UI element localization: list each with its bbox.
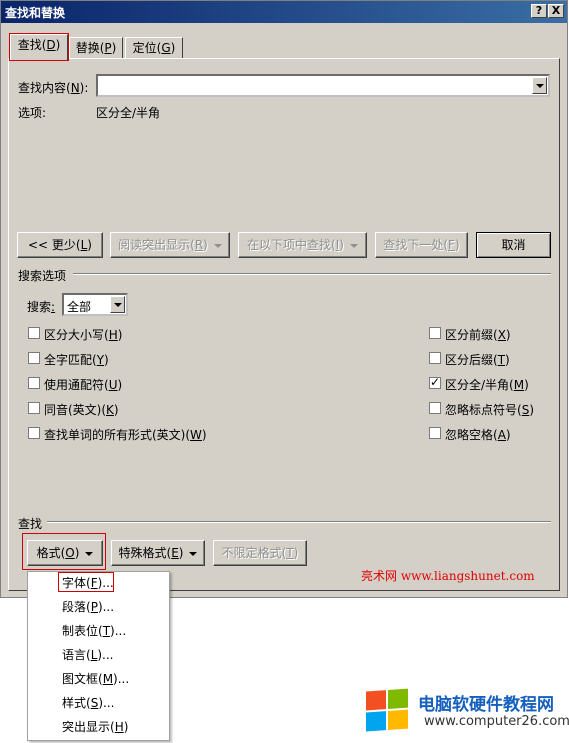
menu-item-highlight[interactable]: 突出显示(H) [62, 718, 128, 735]
ignore-punctuation-label: 忽略标点符号(S) [445, 403, 534, 417]
special-format-button[interactable]: 特殊格式(E) [111, 540, 205, 566]
menu-item-paragraph[interactable]: 段落(P)... [62, 598, 114, 615]
chevron-down-icon [213, 243, 222, 248]
format-button[interactable]: 格式(O) [27, 540, 103, 566]
site2-url: www.computer26.com [424, 714, 569, 729]
menu-item-font[interactable]: 字体(F)... [62, 574, 114, 591]
tab-replace[interactable]: 替换(P) [69, 37, 123, 59]
chevron-down-icon[interactable] [110, 296, 125, 313]
ignore-punctuation-checkbox[interactable] [429, 402, 441, 414]
match-case-label: 区分大小写(H) [44, 328, 123, 342]
options-label: 选项: [18, 106, 47, 120]
match-case-checkbox[interactable] [28, 327, 40, 339]
title-bar: 查找和替换 ? X [1, 1, 567, 23]
whole-word-label: 全字匹配(Y) [44, 353, 109, 367]
less-button[interactable]: << 更少(L) [17, 232, 103, 258]
search-options-label: 搜索选项 [18, 269, 67, 283]
format-menu: 字体(F)... 段落(P)... 制表位(T)... 语言(L)... 图文框… [27, 571, 170, 741]
site-watermark: 亮术网 www.liangshunet.com [361, 569, 535, 583]
options-value: 区分全/半角 [96, 106, 161, 120]
match-width-checkbox[interactable] [429, 375, 441, 389]
no-formatting-button[interactable]: 不限定格式(T) [213, 540, 307, 566]
menu-item-tabs[interactable]: 制表位(T)... [62, 622, 126, 639]
chevron-down-icon [85, 551, 94, 556]
find-what-input[interactable] [96, 74, 550, 97]
sounds-like-checkbox[interactable] [28, 402, 40, 414]
find-replace-dialog: 查找和替换 ? X 查找(D) 替换(P) 定位(G) 查找内容(N): 选项:… [0, 0, 568, 598]
ignore-space-checkbox[interactable] [429, 427, 441, 439]
search-direction-label: 搜索: [27, 300, 56, 314]
menu-item-style[interactable]: 样式(S)... [62, 694, 114, 711]
all-word-forms-checkbox[interactable] [28, 427, 40, 439]
find-section-divider [47, 521, 551, 523]
find-section-label: 查找 [18, 517, 43, 531]
wildcards-checkbox[interactable] [28, 377, 40, 389]
match-suffix-checkbox[interactable] [429, 352, 441, 364]
cancel-button[interactable]: 取消 [476, 232, 551, 258]
find-history-dropdown-icon[interactable] [532, 77, 547, 94]
match-prefix-label: 区分前缀(X) [445, 328, 511, 342]
tab-find[interactable]: 查找(D) [10, 34, 68, 60]
tab-panel [8, 58, 560, 591]
ignore-space-label: 忽略空格(A) [445, 428, 511, 442]
chevron-down-icon [349, 243, 358, 248]
close-button[interactable]: X [548, 4, 564, 18]
reading-highlight-button[interactable]: 阅读突出显示(R) [110, 232, 230, 258]
search-direction-select[interactable]: 全部 [62, 293, 128, 316]
wildcards-label: 使用通配符(U) [44, 378, 123, 392]
tab-goto[interactable]: 定位(G) [125, 37, 183, 59]
help-button[interactable]: ? [531, 4, 547, 18]
sounds-like-label: 同音(英文)(K) [44, 403, 119, 417]
match-width-label: 区分全/半角(M) [445, 378, 529, 392]
site2-title: 电脑软硬件教程网 [418, 695, 554, 715]
all-word-forms-label: 查找单词的所有形式(英文)(W) [44, 428, 207, 442]
dialog-title: 查找和替换 [5, 6, 66, 20]
find-what-label: 查找内容(N): [18, 81, 89, 95]
match-prefix-checkbox[interactable] [429, 327, 441, 339]
whole-word-checkbox[interactable] [28, 352, 40, 364]
match-suffix-label: 区分后缀(T) [445, 353, 510, 367]
find-next-button[interactable]: 查找下一处(F) [375, 232, 468, 258]
windows-logo-icon [366, 688, 410, 733]
menu-item-language[interactable]: 语言(L)... [62, 646, 114, 663]
search-options-divider [73, 273, 551, 275]
chevron-down-icon [189, 551, 198, 556]
find-in-button[interactable]: 在以下项中查找(I) [238, 232, 367, 258]
menu-item-frame[interactable]: 图文框(M)... [62, 670, 129, 687]
